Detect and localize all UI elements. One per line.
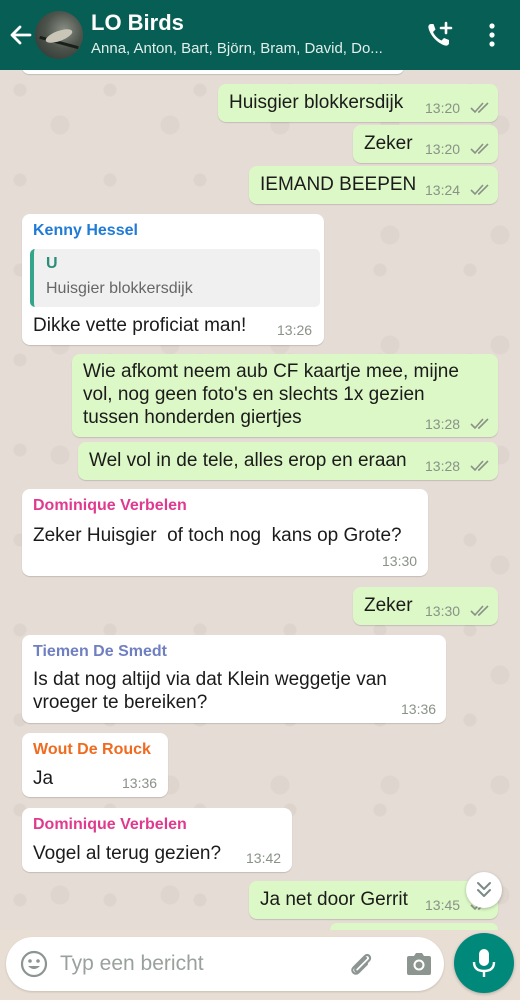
message-text: Vogel al terug gezien?: [33, 843, 222, 864]
arrow-left-icon[interactable]: [8, 20, 34, 50]
read-ticks-icon: [470, 143, 489, 155]
message-incoming[interactable]: Wout De Rouck Ja 13:36: [22, 733, 168, 797]
read-ticks-icon: [470, 460, 489, 472]
read-ticks-icon: [470, 418, 489, 430]
message-time: 13:20: [425, 141, 461, 157]
message-time: 13:30: [425, 603, 461, 619]
add-call-icon[interactable]: [424, 20, 454, 50]
emoji-icon[interactable]: [20, 950, 48, 978]
read-ticks-icon: [470, 102, 489, 114]
message-incoming[interactable]: Dominique Verbelen Zeker Huisgier of toc…: [22, 489, 428, 576]
message-time: 13:30: [382, 553, 418, 569]
message-text: Wel vol in de tele, alles erop en eraan: [89, 450, 407, 471]
message-text: Zeker: [364, 133, 413, 154]
chat-header: LO Birds Anna, Anton, Bart, Björn, Bram,…: [0, 0, 520, 70]
message-outgoing[interactable]: Wel vol in de tele, alles erop en eraan …: [78, 442, 498, 480]
message-time: 13:28: [425, 458, 461, 474]
message-text: Huisgier blokkersdijk: [229, 92, 404, 113]
message-text-line: Is dat nog altijd via dat Klein weggetje…: [33, 669, 387, 690]
read-ticks-icon: [470, 605, 489, 617]
message-outgoing[interactable]: Wie afkomt neem aub CF kaartje mee, mijn…: [72, 354, 498, 437]
message-time: 13:45: [425, 897, 461, 913]
message-outgoing[interactable]: IEMAND BEEPEN 13:24: [249, 166, 498, 204]
message-time: 13:24: [425, 182, 461, 198]
message-sender: Dominique Verbelen: [33, 497, 187, 514]
message-incoming[interactable]: Dominique Verbelen Vogel al terug gezien…: [22, 808, 292, 872]
message-outgoing[interactable]: Zeker 13:20: [353, 125, 498, 163]
read-ticks-icon: [470, 184, 489, 196]
message-time: 13:28: [425, 416, 461, 432]
message-outgoing[interactable]: Ja net door Gerrit 13:45: [249, 881, 498, 919]
message-text: Zeker: [364, 595, 413, 616]
message-time: 13:26: [277, 322, 313, 338]
double-chevron-down-icon: [477, 882, 491, 897]
message-text: Dikke vette proficiat man!: [33, 315, 247, 336]
message-text-line: tussen honderden giertjes: [83, 407, 302, 428]
message-input[interactable]: [60, 950, 330, 978]
quoted-message[interactable]: U Huisgier blokkersdijk: [30, 249, 320, 307]
message-outgoing[interactable]: Zeker 13:30: [353, 587, 498, 625]
group-members[interactable]: Anna, Anton, Bart, Björn, Bram, David, D…: [91, 40, 396, 57]
message-text: Ja: [33, 768, 54, 789]
message-text-line: Wie afkomt neem aub CF kaartje mee, mijn…: [83, 361, 459, 382]
message-partial: [330, 923, 498, 930]
message-sender: Dominique Verbelen: [33, 816, 187, 833]
message-incoming[interactable]: Tiemen De Smedt Is dat nog altijd via da…: [22, 635, 446, 723]
message-sender: Tiemen De Smedt: [33, 643, 167, 660]
chat-area[interactable]: Huisgier blokkersdijk 13:20 Zeker 13:20 …: [0, 70, 520, 930]
message-time: 13:42: [246, 850, 282, 866]
message-time: 13:36: [122, 775, 158, 791]
message-sender: Kenny Hessel: [33, 222, 138, 239]
quoted-text: Huisgier blokkersdijk: [46, 280, 193, 297]
more-vert-icon[interactable]: [484, 22, 500, 48]
paperclip-icon[interactable]: [346, 949, 376, 979]
message-partial: [22, 70, 404, 74]
quoted-sender: U: [46, 255, 58, 272]
message-composer: [6, 937, 444, 991]
microphone-icon: [472, 949, 496, 977]
message-sender: Wout De Rouck: [33, 741, 151, 758]
message-outgoing[interactable]: Huisgier blokkersdijk 13:20: [218, 84, 498, 122]
message-time: 13:20: [425, 100, 461, 116]
message-text: IEMAND BEEPEN: [260, 174, 417, 195]
message-incoming[interactable]: Kenny Hessel U Huisgier blokkersdijk Dik…: [22, 214, 324, 345]
scroll-down-button[interactable]: [466, 872, 502, 908]
message-text: Zeker Huisgier of toch nog kans op Grote…: [33, 525, 402, 546]
message-text-line: vol, nog geen foto's en slechts 1x gezie…: [83, 384, 425, 405]
message-time: 13:36: [401, 701, 437, 717]
camera-icon[interactable]: [404, 950, 434, 978]
group-title[interactable]: LO Birds: [91, 10, 184, 36]
voice-record-button[interactable]: [454, 933, 514, 993]
message-text: Ja net door Gerrit: [260, 889, 408, 910]
message-text-line: vroeger te bereiken?: [33, 692, 208, 713]
group-avatar[interactable]: [35, 11, 83, 59]
